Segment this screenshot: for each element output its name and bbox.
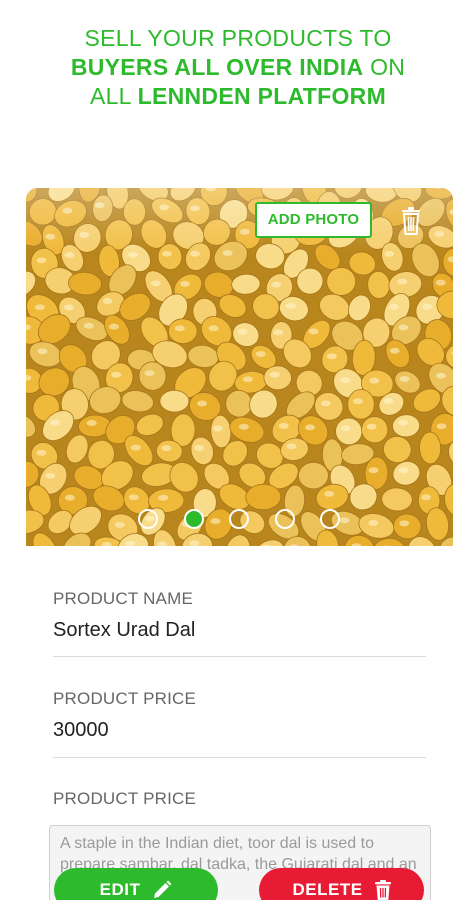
photo-top-tint — [26, 188, 453, 252]
headline-line-3: ALL LENNDEN PLATFORM — [0, 82, 476, 111]
pencil-icon — [154, 880, 172, 898]
product-description-field: PRODUCT PRICE — [53, 789, 426, 809]
headline-line-1: SELL YOUR PRODUCTS TO — [84, 25, 392, 51]
divider — [53, 656, 426, 657]
product-price-label: PRODUCT PRICE — [53, 689, 197, 708]
headline-on: ON — [363, 54, 406, 80]
product-description-label: PRODUCT PRICE — [53, 789, 197, 808]
carousel-dot-active[interactable] — [183, 509, 204, 529]
product-price-field[interactable]: PRODUCT PRICE 30000 — [53, 689, 426, 758]
carousel-dot[interactable] — [274, 509, 295, 529]
delete-button-label: DELETE — [292, 880, 363, 899]
trash-icon — [374, 880, 391, 900]
headline-emphasis-platform: LENNDEN PLATFORM — [137, 83, 387, 109]
product-name-label: PRODUCT NAME — [53, 589, 193, 608]
carousel-dot[interactable] — [320, 509, 340, 529]
product-price-value[interactable]: 30000 — [53, 719, 426, 742]
headline-all: ALL — [89, 83, 138, 109]
headline: SELL YOUR PRODUCTS TO BUYERS ALL OVER IN… — [0, 24, 476, 111]
headline-line-2: BUYERS ALL OVER INDIA ON — [0, 53, 476, 82]
carousel-dot[interactable] — [229, 509, 249, 529]
add-photo-button[interactable]: ADD PHOTO — [255, 202, 372, 238]
delete-photo-trash-icon[interactable] — [399, 207, 423, 235]
edit-button[interactable]: EDIT — [54, 868, 218, 900]
headline-emphasis-buyers: BUYERS ALL OVER INDIA — [70, 54, 364, 80]
divider — [53, 757, 426, 758]
product-name-value[interactable]: Sortex Urad Dal — [53, 619, 426, 642]
product-name-field[interactable]: PRODUCT NAME Sortex Urad Dal — [53, 589, 426, 657]
delete-button[interactable]: DELETE — [259, 868, 424, 900]
product-photo-carousel[interactable]: ADD PHOTO — [26, 188, 453, 546]
edit-button-label: EDIT — [99, 880, 141, 899]
carousel-dot[interactable] — [138, 509, 158, 529]
